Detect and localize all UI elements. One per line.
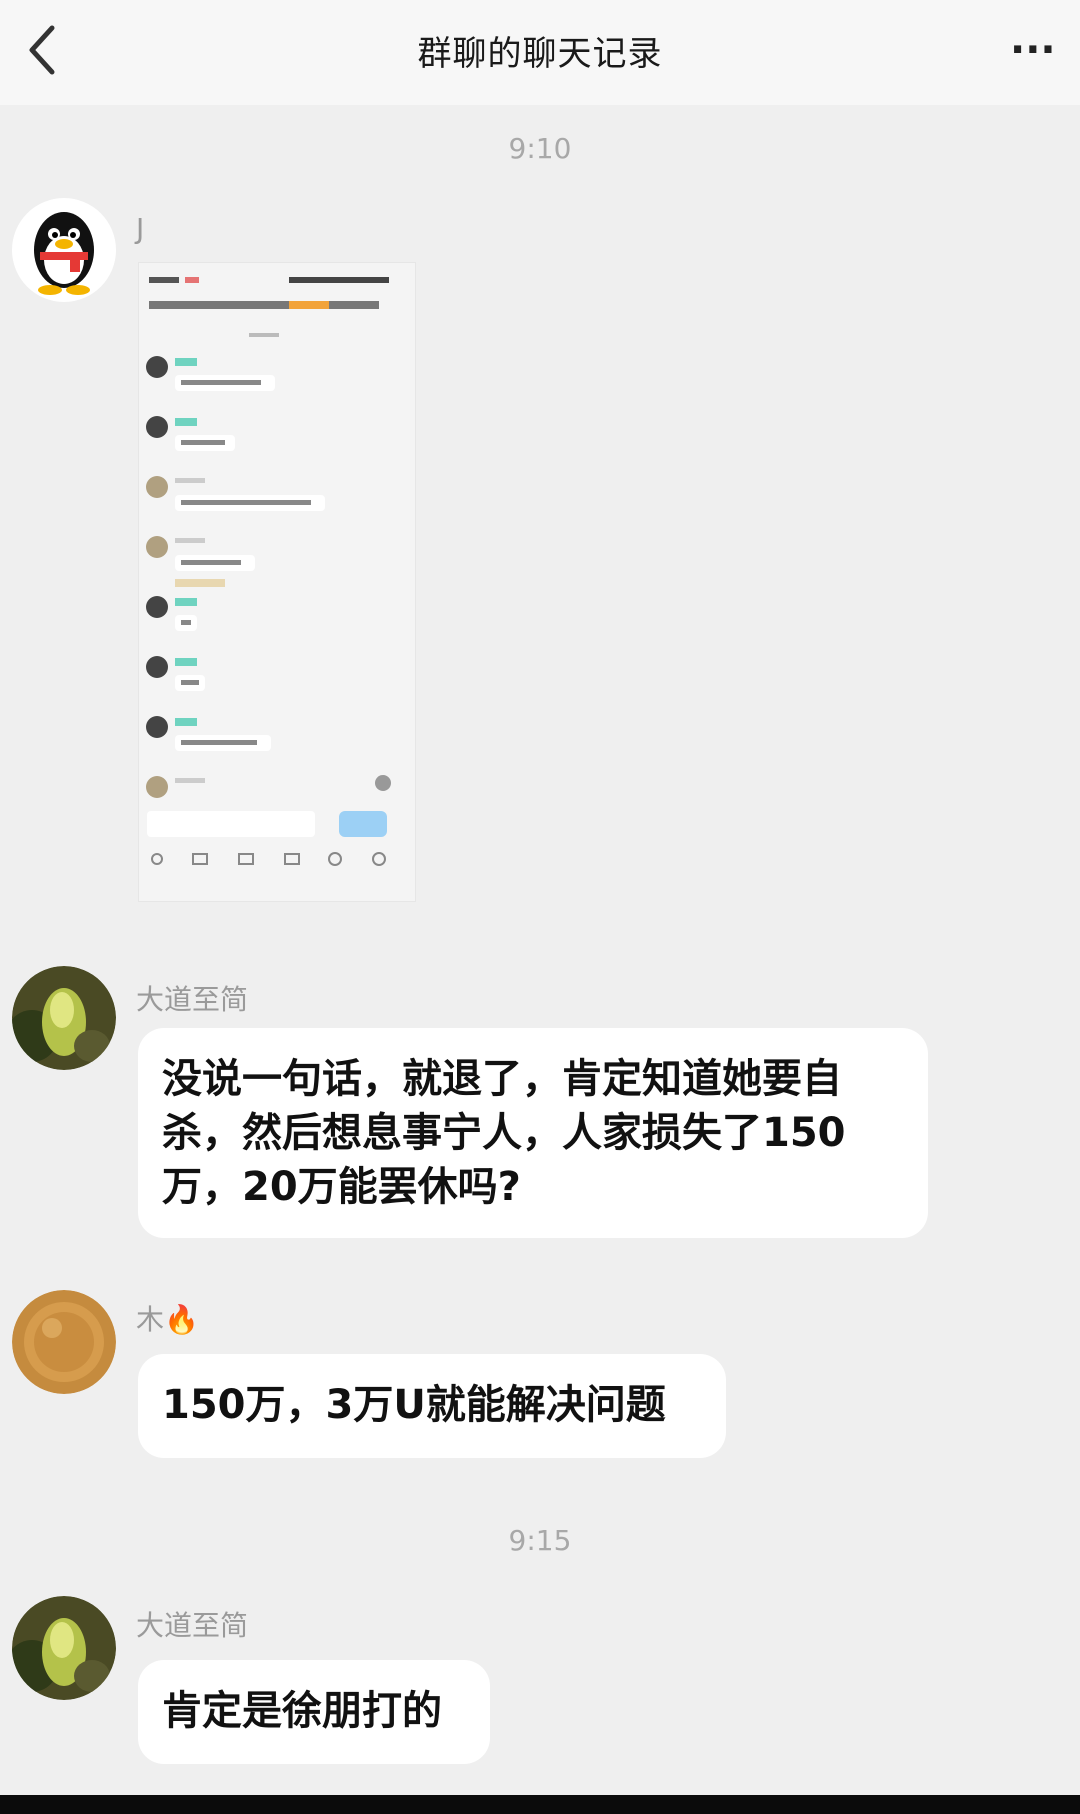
plant-icon xyxy=(12,1596,116,1700)
coin-avatar[interactable] xyxy=(12,1290,116,1394)
penguin-icon xyxy=(12,198,116,302)
message-bubble[interactable]: 没说一句话，就退了，肯定知道她要自杀，然后想息事宁人，人家损失了150万，20万… xyxy=(138,1028,928,1238)
top-bar: 群聊的聊天记录 ··· xyxy=(0,0,1080,105)
chat-history-screen: 群聊的聊天记录 ··· 9:10 J 大道至简 没说一句话，就退了，肯定知道她要… xyxy=(0,0,1080,1795)
sender-name: 木🔥 xyxy=(136,1303,199,1336)
timestamp: 9:15 xyxy=(508,1524,572,1557)
message-text: 肯定是徐朋打的 xyxy=(162,1688,442,1734)
message-text: 没说一句话，就退了，肯定知道她要自杀，然后想息事宁人，人家损失了150万，20万… xyxy=(162,1056,846,1210)
qq-penguin-avatar[interactable] xyxy=(12,198,116,302)
message-bubble[interactable]: 肯定是徐朋打的 xyxy=(138,1660,490,1764)
bottom-strip xyxy=(0,1795,1080,1814)
timestamp: 9:10 xyxy=(508,132,572,165)
page-title: 群聊的聊天记录 xyxy=(417,34,663,74)
image-message[interactable] xyxy=(138,262,416,902)
plant-avatar[interactable] xyxy=(12,1596,116,1700)
sender-name: J xyxy=(136,212,145,245)
plant-icon xyxy=(12,966,116,1070)
embedded-screenshot-image xyxy=(139,263,415,901)
message-bubble[interactable]: 150万，3万U就能解决问题 xyxy=(138,1354,726,1458)
plant-avatar[interactable] xyxy=(12,966,116,1070)
sender-name: 大道至简 xyxy=(136,983,249,1016)
more-icon[interactable]: ··· xyxy=(1010,30,1070,70)
message-text: 150万，3万U就能解决问题 xyxy=(162,1382,666,1428)
coin-icon xyxy=(12,1290,116,1394)
sender-name: 大道至简 xyxy=(136,1609,249,1642)
